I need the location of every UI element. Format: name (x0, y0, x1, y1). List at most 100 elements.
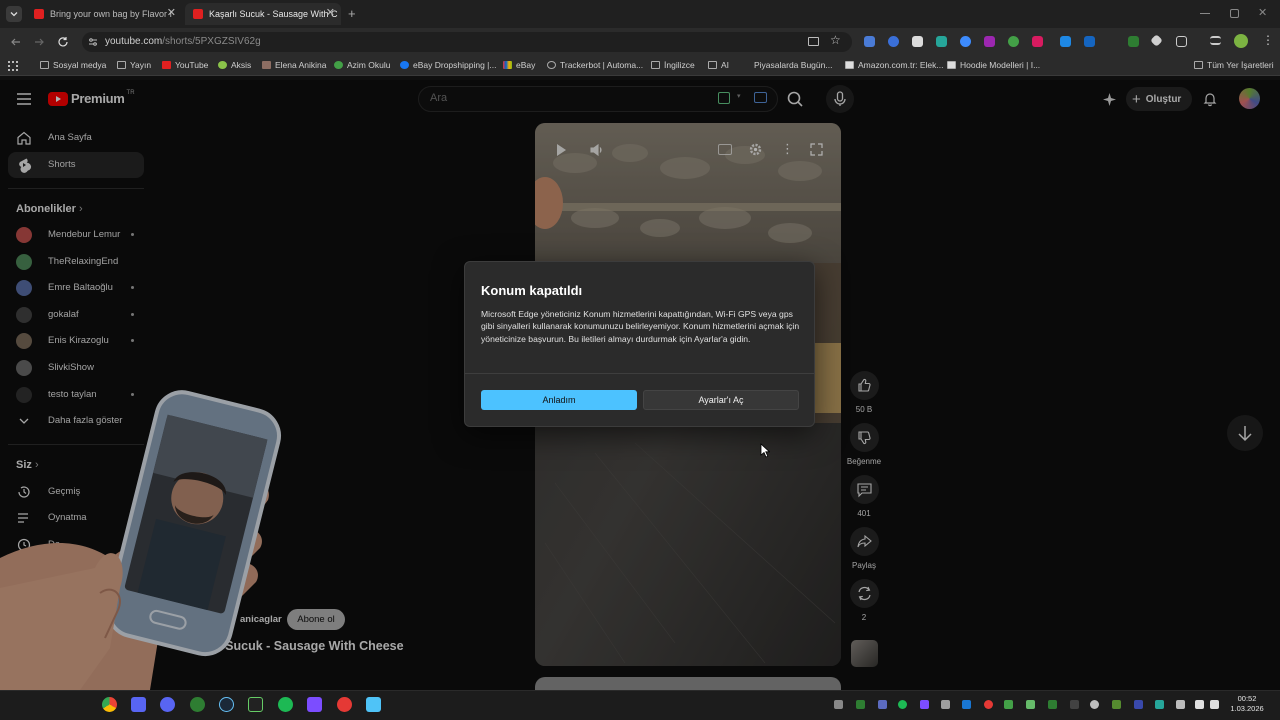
bookmark-label: Piyasalarda Bugün... (754, 60, 833, 70)
youtube-favicon-icon (193, 9, 203, 19)
tray-icon[interactable] (898, 700, 907, 709)
site-icon (262, 61, 271, 69)
open-settings-button[interactable]: Ayarlar'ı Aç (643, 390, 799, 410)
extension-icon[interactable] (1060, 36, 1071, 47)
microphone-tray-icon[interactable] (1176, 700, 1185, 709)
taskbar-clock[interactable]: 00:52 1.03.2026 (1222, 694, 1272, 714)
bookmark-link[interactable]: Amazon.com.tr: Elek... (845, 60, 944, 70)
mouse-cursor-icon (760, 443, 770, 458)
site-icon (334, 61, 343, 69)
tray-icon[interactable] (856, 700, 865, 709)
tray-icon[interactable] (1004, 700, 1013, 709)
bookmark-link[interactable]: YouTube (162, 60, 208, 70)
bookmark-link[interactable]: Trackerbot | Automa... (547, 60, 643, 70)
bookmark-folder[interactable]: AI (708, 60, 729, 70)
install-app-icon[interactable] (808, 37, 819, 46)
discord-app-icon[interactable] (160, 697, 175, 712)
bookmark-link[interactable]: eBay (503, 60, 535, 70)
profile-avatar[interactable] (1234, 34, 1248, 48)
network-tray-icon[interactable] (1195, 700, 1204, 709)
browser-tab-active[interactable]: Kaşarlı Sucuk - Sausage With C ✕ (185, 3, 341, 25)
bookmark-link[interactable]: Piyasalarda Bugün... (741, 60, 832, 70)
clock-date: 1.03.2026 (1230, 704, 1264, 713)
bookmark-link[interactable]: Hoodie Modelleri | I... (947, 60, 1040, 70)
app-icon[interactable] (131, 697, 146, 712)
favorite-star-icon[interactable]: ☆ (830, 33, 841, 47)
bookmark-label: eBay Dropshipping |... (413, 60, 497, 70)
tray-icon[interactable] (1155, 700, 1164, 709)
chrome-app-icon[interactable] (102, 697, 117, 712)
close-tab-icon[interactable]: ✕ (326, 6, 335, 19)
xbox-app-icon[interactable] (190, 697, 205, 712)
url-text: youtube.com/shorts/5PXGZSIV62g (105, 36, 261, 47)
folder-icon (117, 61, 126, 69)
bookmark-folder[interactable]: Yayın (117, 60, 151, 70)
bookmark-label: AI (721, 60, 730, 70)
extension-icon[interactable] (936, 36, 947, 47)
extension-icon[interactable] (864, 36, 875, 47)
bookmark-link[interactable]: Azim Okulu (334, 60, 390, 70)
extension-icon[interactable] (1008, 36, 1019, 47)
tray-icon[interactable] (984, 700, 993, 709)
site-info-icon[interactable] (88, 37, 98, 47)
close-window-icon[interactable]: ✕ (1258, 6, 1267, 19)
tray-icon[interactable] (962, 700, 971, 709)
bookmark-link[interactable]: Aksis (218, 60, 251, 70)
favorites-icon[interactable] (1210, 36, 1221, 45)
terminal-app-icon[interactable] (248, 697, 263, 712)
back-icon[interactable] (10, 36, 22, 48)
all-bookmarks-folder[interactable]: Tüm Yer İşaretleri (1194, 60, 1274, 70)
extension-icon[interactable] (960, 36, 971, 47)
browser-tab[interactable]: Bring your own bag by Flavor I ✕ (26, 3, 182, 25)
extensions-puzzle-icon[interactable] (1176, 36, 1187, 47)
youtube-icon (162, 61, 171, 69)
app-icon[interactable] (366, 697, 381, 712)
extension-icon[interactable] (888, 36, 899, 47)
tray-icon[interactable] (1112, 700, 1121, 709)
volume-tray-icon[interactable] (1210, 700, 1219, 709)
app-icon[interactable] (337, 697, 352, 712)
tray-icon[interactable] (1048, 700, 1057, 709)
bookmark-label: Amazon.com.tr: Elek... (858, 60, 944, 70)
extension-icon[interactable] (984, 36, 995, 47)
bookmark-folder[interactable]: İngilizce (651, 60, 695, 70)
ebay-icon (503, 61, 512, 69)
spotify-app-icon[interactable] (278, 697, 293, 712)
tray-icon[interactable] (1090, 700, 1099, 709)
tray-icon[interactable] (878, 700, 887, 709)
maximize-icon[interactable] (1230, 9, 1239, 18)
site-icon (547, 61, 556, 69)
extension-icon[interactable] (1128, 36, 1139, 47)
steam-app-icon[interactable] (219, 697, 234, 712)
folder-icon (651, 61, 660, 69)
bookmark-label: Azim Okulu (347, 60, 391, 70)
tray-icon[interactable] (920, 700, 929, 709)
bookmark-folder[interactable]: Sosyal medya (40, 60, 106, 70)
tray-icon[interactable] (941, 700, 950, 709)
close-tab-icon[interactable]: ✕ (167, 6, 176, 19)
extension-icon[interactable] (1084, 36, 1095, 47)
site-icon (741, 61, 750, 69)
new-tab-button[interactable]: + (348, 6, 356, 21)
bookmark-link[interactable]: eBay Dropshipping |... (400, 60, 496, 70)
tray-icon[interactable] (1134, 700, 1143, 709)
bookmark-label: Hoodie Modelleri | I... (960, 60, 1041, 70)
minimize-icon[interactable] (1200, 13, 1210, 14)
bookmark-label: YouTube (175, 60, 209, 70)
refresh-icon[interactable] (57, 36, 69, 48)
apps-grid-icon[interactable] (8, 61, 18, 71)
bookmark-link[interactable]: Elena Anikina (262, 60, 327, 70)
tray-icon[interactable] (1026, 700, 1035, 709)
extension-icon[interactable] (912, 36, 923, 47)
got-it-button[interactable]: Anladım (481, 390, 637, 410)
bookmark-label: Trackerbot | Automa... (560, 60, 644, 70)
forward-icon[interactable] (33, 36, 45, 48)
amazon-icon (845, 61, 854, 69)
dialog-message: Microsoft Edge yöneticiniz Konum hizmetl… (481, 309, 800, 344)
extension-icon[interactable] (1032, 36, 1043, 47)
more-menu-icon[interactable]: ⋮ (1262, 33, 1274, 47)
tray-icon[interactable] (834, 700, 843, 709)
tab-list-button[interactable] (6, 6, 22, 22)
app-icon[interactable] (307, 697, 322, 712)
tray-icon[interactable] (1070, 700, 1079, 709)
